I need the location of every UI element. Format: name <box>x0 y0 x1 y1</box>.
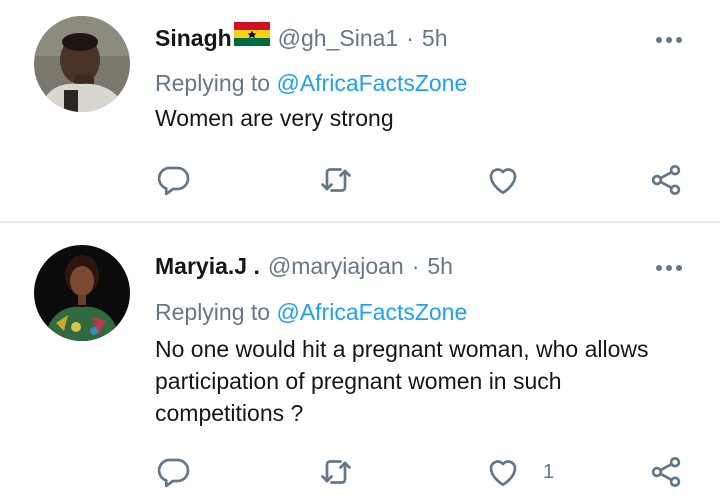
ghana-flag-icon <box>233 22 270 46</box>
more-options-icon[interactable] <box>656 37 682 43</box>
share-button[interactable] <box>648 160 684 200</box>
replying-to: Replying to @AfricaFactsZone <box>155 299 467 326</box>
replying-label: Replying to <box>155 299 271 325</box>
tweet-actions: 1 <box>0 452 720 492</box>
mention-link[interactable]: @AfricaFactsZone <box>276 70 467 96</box>
retweet-button[interactable] <box>318 452 354 492</box>
reply-button[interactable] <box>155 452 191 492</box>
user-handle[interactable]: @gh_Sina1 <box>278 25 399 52</box>
display-name[interactable]: Sinagh <box>155 25 232 52</box>
like-button[interactable] <box>485 160 543 200</box>
timestamp[interactable]: 5h <box>422 25 448 52</box>
retweet-icon <box>321 168 351 192</box>
retweet-button[interactable] <box>318 160 354 200</box>
like-icon <box>489 168 517 195</box>
share-icon <box>651 165 681 195</box>
display-name[interactable]: Maryia.J . <box>155 253 260 280</box>
tweet[interactable]: Sinagh @gh_Sina1 · 5h Replying to @Afric… <box>0 0 720 222</box>
tweet-actions <box>0 160 720 200</box>
tweet-text: Women are very strong <box>155 105 394 131</box>
tweet-text: No one would hit a pregnant woman, who a… <box>155 336 649 426</box>
separator-dot: · <box>411 253 420 279</box>
avatar[interactable] <box>34 16 130 112</box>
reply-icon <box>157 458 190 488</box>
separator-dot: · <box>406 25 414 51</box>
timestamp[interactable]: 5h <box>427 253 453 280</box>
mention-link[interactable]: @AfricaFactsZone <box>276 299 467 325</box>
share-button[interactable] <box>648 452 684 492</box>
avatar[interactable] <box>34 245 130 341</box>
share-icon <box>651 457 681 487</box>
like-button[interactable]: 1 <box>485 452 554 492</box>
reply-button[interactable] <box>155 160 191 200</box>
like-count: 1 <box>543 460 555 483</box>
more-options-icon[interactable] <box>656 265 682 271</box>
replying-label: Replying to <box>155 70 271 96</box>
like-icon <box>489 460 517 487</box>
tweet-header: Maryia.J . @maryiajoan · 5h <box>155 253 453 280</box>
reply-icon <box>157 166 190 196</box>
replying-to: Replying to @AfricaFactsZone <box>155 70 467 97</box>
user-handle[interactable]: @maryiajoan <box>268 253 404 280</box>
retweet-icon <box>321 460 351 484</box>
tweet-header: Sinagh @gh_Sina1 · 5h <box>155 22 448 52</box>
tweet[interactable]: Maryia.J . @maryiajoan · 5h Replying to … <box>0 223 720 500</box>
